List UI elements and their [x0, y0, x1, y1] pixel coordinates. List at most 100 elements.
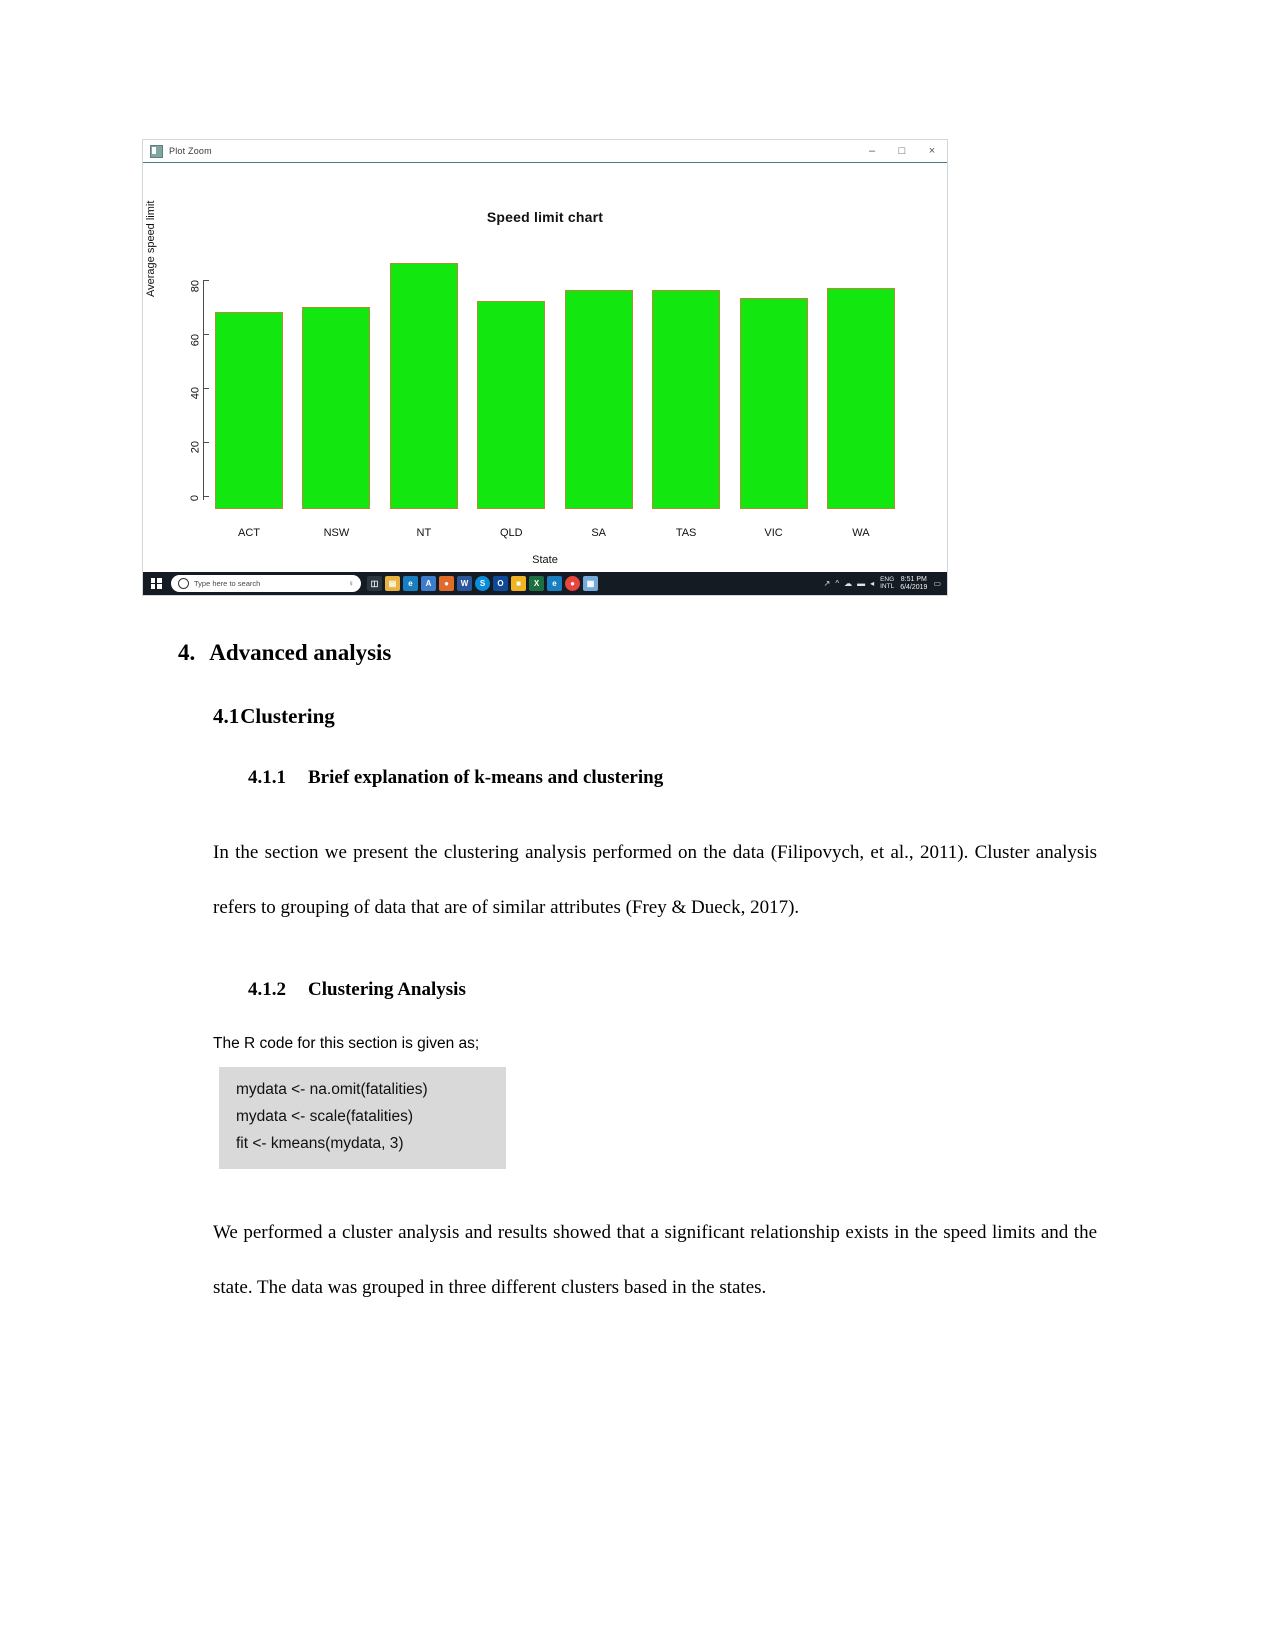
x-tick-qld: QLD [499, 527, 523, 539]
bar-column [215, 237, 283, 509]
code-intro-text: The R code for this section is given as; [213, 1035, 480, 1053]
y-axis-tick-mark-80 [203, 280, 209, 281]
y-axis-tick-mark-0 [203, 496, 209, 497]
task-view-icon[interactable]: ◫ [367, 576, 382, 591]
chrome-icon[interactable]: ● [565, 576, 580, 591]
heading-text: Advanced analysis [209, 640, 392, 665]
onedrive-icon[interactable]: ☁ [844, 579, 852, 588]
word-icon[interactable]: W [457, 576, 472, 591]
heading-text: Brief explanation of k-means and cluster… [308, 767, 664, 788]
language-indicator[interactable]: ENG INTL [880, 576, 895, 591]
heading-text: Clustering [240, 704, 335, 728]
x-tick-nt: NT [416, 527, 432, 539]
window-title-group: Plot Zoom [143, 144, 212, 158]
code-line: fit <- kmeans(mydata, 3) [236, 1135, 404, 1153]
bar-nsw [302, 306, 371, 509]
window-title: Plot Zoom [169, 146, 212, 156]
taskbar-app-icons: ◫ ▤ e A ● W S O ■ X e ● ▦ [367, 576, 598, 591]
bar-wa [826, 287, 895, 509]
y-axis-label: Average speed limit [145, 200, 157, 297]
bar-tas [652, 290, 721, 509]
clock[interactable]: 8:51 PM 6/4/2019 [900, 576, 927, 591]
bar-sa [564, 290, 633, 509]
bar-vic [739, 298, 808, 509]
heading-number: 4.1.1 [248, 767, 286, 788]
r-plot-icon [150, 144, 163, 158]
windows-taskbar: Type here to search ♀ ◫ ▤ e A ● W S O ■ … [143, 572, 947, 595]
notifications-icon[interactable]: ▭ [933, 579, 941, 588]
skype-icon[interactable]: S [475, 576, 490, 591]
window-controls: – □ × [857, 140, 947, 162]
heading-advanced-analysis: 4. Advanced analysis [178, 640, 1275, 666]
show-hidden-icons-chevron-icon[interactable]: ^ [835, 579, 839, 588]
cortana-icon [178, 578, 189, 589]
heading-brief-explanation: 4.1.1 Brief explanation of k-means and c… [248, 767, 1275, 789]
paragraph-cluster-results: We performed a cluster analysis and resu… [213, 1221, 1097, 1298]
y-axis-tick-labels: 0 20 40 60 80 [171, 163, 201, 575]
bar-column [477, 237, 546, 509]
clock-time: 8:51 PM [900, 575, 927, 583]
y-tick-60: 60 [189, 334, 201, 347]
bar-column [389, 237, 458, 509]
paragraph-clustering-intro: In the section we present the clustering… [213, 842, 1097, 919]
bar-series [215, 237, 895, 509]
heading-number: 4. [178, 640, 196, 665]
heading-clustering-analysis: 4.1.2 Clustering Analysis [248, 979, 1275, 1001]
maximize-icon[interactable]: □ [887, 140, 917, 162]
x-axis-label: State [532, 554, 558, 566]
heading-clustering: 4.1 Clustering [213, 704, 1275, 729]
heading-number: 4.1 [213, 704, 240, 728]
bar-column [652, 237, 721, 509]
edge-browser-icon[interactable]: e [403, 576, 418, 591]
r-code-block: mydata <- na.omit(fatalities) mydata <- … [219, 1067, 506, 1169]
bar-column [564, 237, 633, 509]
y-axis-tick-mark-60 [203, 334, 209, 335]
bar-column [739, 237, 808, 509]
keyboard-layout-icon[interactable]: ↗ [824, 579, 831, 588]
minimize-icon[interactable]: – [857, 140, 887, 162]
bar-column [826, 237, 895, 509]
heading-number: 4.1.2 [248, 979, 286, 1001]
bar-qld [477, 301, 546, 509]
y-axis-tick-mark-20 [203, 442, 209, 443]
x-tick-nsw: NSW [323, 527, 350, 539]
y-axis-tick-mark-40 [203, 388, 209, 389]
taskbar-tray: ↗ ^ ☁ ▬ ◂ ENG INTL 8:51 PM 6/4/2019 ▭ [824, 576, 947, 591]
outlook-icon[interactable]: O [493, 576, 508, 591]
y-tick-20: 20 [189, 441, 201, 454]
search-placeholder: Type here to search [194, 579, 261, 588]
edge-browser-2-icon[interactable]: e [547, 576, 562, 591]
app-orange-icon[interactable]: ● [439, 576, 454, 591]
x-tick-tas: TAS [675, 527, 697, 539]
chart-title: Speed limit chart [486, 209, 604, 225]
volume-icon[interactable]: ◂ [870, 579, 874, 588]
excel-icon[interactable]: X [529, 576, 544, 591]
rstudio-icon[interactable]: ▦ [583, 576, 598, 591]
clock-date: 6/4/2019 [900, 583, 928, 591]
document-body: 4. Advanced analysis 4.1 Clustering 4.1.… [0, 600, 1275, 1315]
bar-nt [389, 263, 458, 509]
app-yellow-icon[interactable]: ■ [511, 576, 526, 591]
tray-icons: ↗ ^ ☁ ▬ ◂ [824, 579, 874, 588]
x-axis-tick-labels: ACT NSW NT QLD SA TAS VIC WA [215, 527, 895, 539]
x-tick-sa: SA [591, 527, 607, 539]
y-tick-0: 0 [189, 495, 201, 502]
x-tick-vic: VIC [764, 527, 783, 539]
file-explorer-icon[interactable]: ▤ [385, 576, 400, 591]
windows-logo-icon [150, 578, 162, 589]
plot-canvas: Speed limit chart Average speed limit 0 … [143, 163, 947, 575]
language-line-2: INTL [880, 582, 895, 590]
taskbar-search-input[interactable]: Type here to search ♀ [171, 575, 361, 592]
bar-act [215, 311, 283, 509]
network-icon[interactable]: ▬ [857, 579, 865, 588]
x-tick-act: ACT [238, 527, 260, 539]
code-line: mydata <- scale(fatalities) [236, 1108, 414, 1126]
bar-column [302, 237, 371, 509]
y-tick-40: 40 [189, 387, 201, 400]
y-axis-line [203, 280, 204, 500]
x-tick-wa: WA [852, 527, 870, 539]
start-button[interactable] [143, 572, 169, 595]
microphone-icon[interactable]: ♀ [348, 579, 354, 588]
close-icon[interactable]: × [917, 140, 947, 162]
adobe-reader-icon[interactable]: A [421, 576, 436, 591]
